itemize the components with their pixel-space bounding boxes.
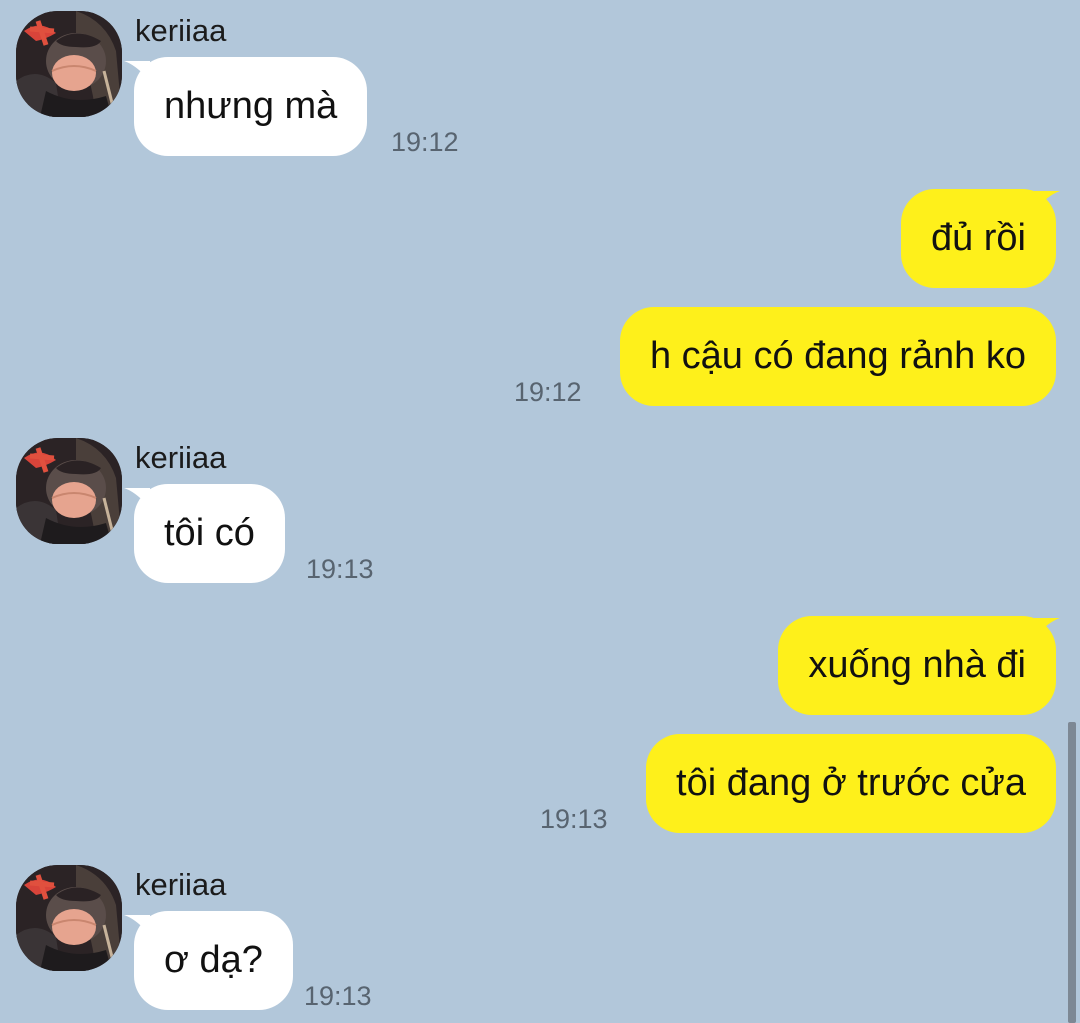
sender-name: keriiaa bbox=[135, 13, 227, 48]
avatar-photo-icon bbox=[16, 865, 122, 971]
message-timestamp: 19:12 bbox=[514, 377, 582, 407]
message-timestamp: 19:13 bbox=[304, 981, 372, 1011]
avatar-photo-icon bbox=[16, 11, 122, 117]
sender-avatar[interactable] bbox=[16, 865, 122, 971]
outgoing-message-bubble[interactable]: tôi đang ở trước cửa bbox=[646, 734, 1056, 833]
message-timestamp: 19:13 bbox=[540, 804, 608, 834]
avatar-photo-icon bbox=[16, 438, 122, 544]
sender-avatar[interactable] bbox=[16, 11, 122, 117]
outgoing-message-bubble[interactable]: xuống nhà đi bbox=[778, 616, 1056, 715]
scrollbar[interactable] bbox=[1068, 722, 1076, 1023]
message-timestamp: 19:13 bbox=[306, 554, 374, 584]
sender-name: keriiaa bbox=[135, 867, 227, 902]
message-timestamp: 19:12 bbox=[391, 127, 459, 157]
incoming-message-bubble[interactable]: ơ dạ? bbox=[134, 911, 293, 1010]
outgoing-message-bubble[interactable]: đủ rồi bbox=[900, 189, 1056, 288]
incoming-message-bubble[interactable]: nhưng mà bbox=[134, 57, 368, 156]
sender-name: keriiaa bbox=[135, 440, 227, 475]
outgoing-message-bubble[interactable]: h cậu có đang rảnh ko bbox=[619, 307, 1056, 406]
incoming-message-bubble[interactable]: tôi có bbox=[134, 484, 285, 583]
chat-message-list[interactable]: keriiaa nhưng mà 19:12 đủ rồi h cậu có đ… bbox=[0, 0, 1080, 1023]
sender-avatar[interactable] bbox=[16, 438, 122, 544]
